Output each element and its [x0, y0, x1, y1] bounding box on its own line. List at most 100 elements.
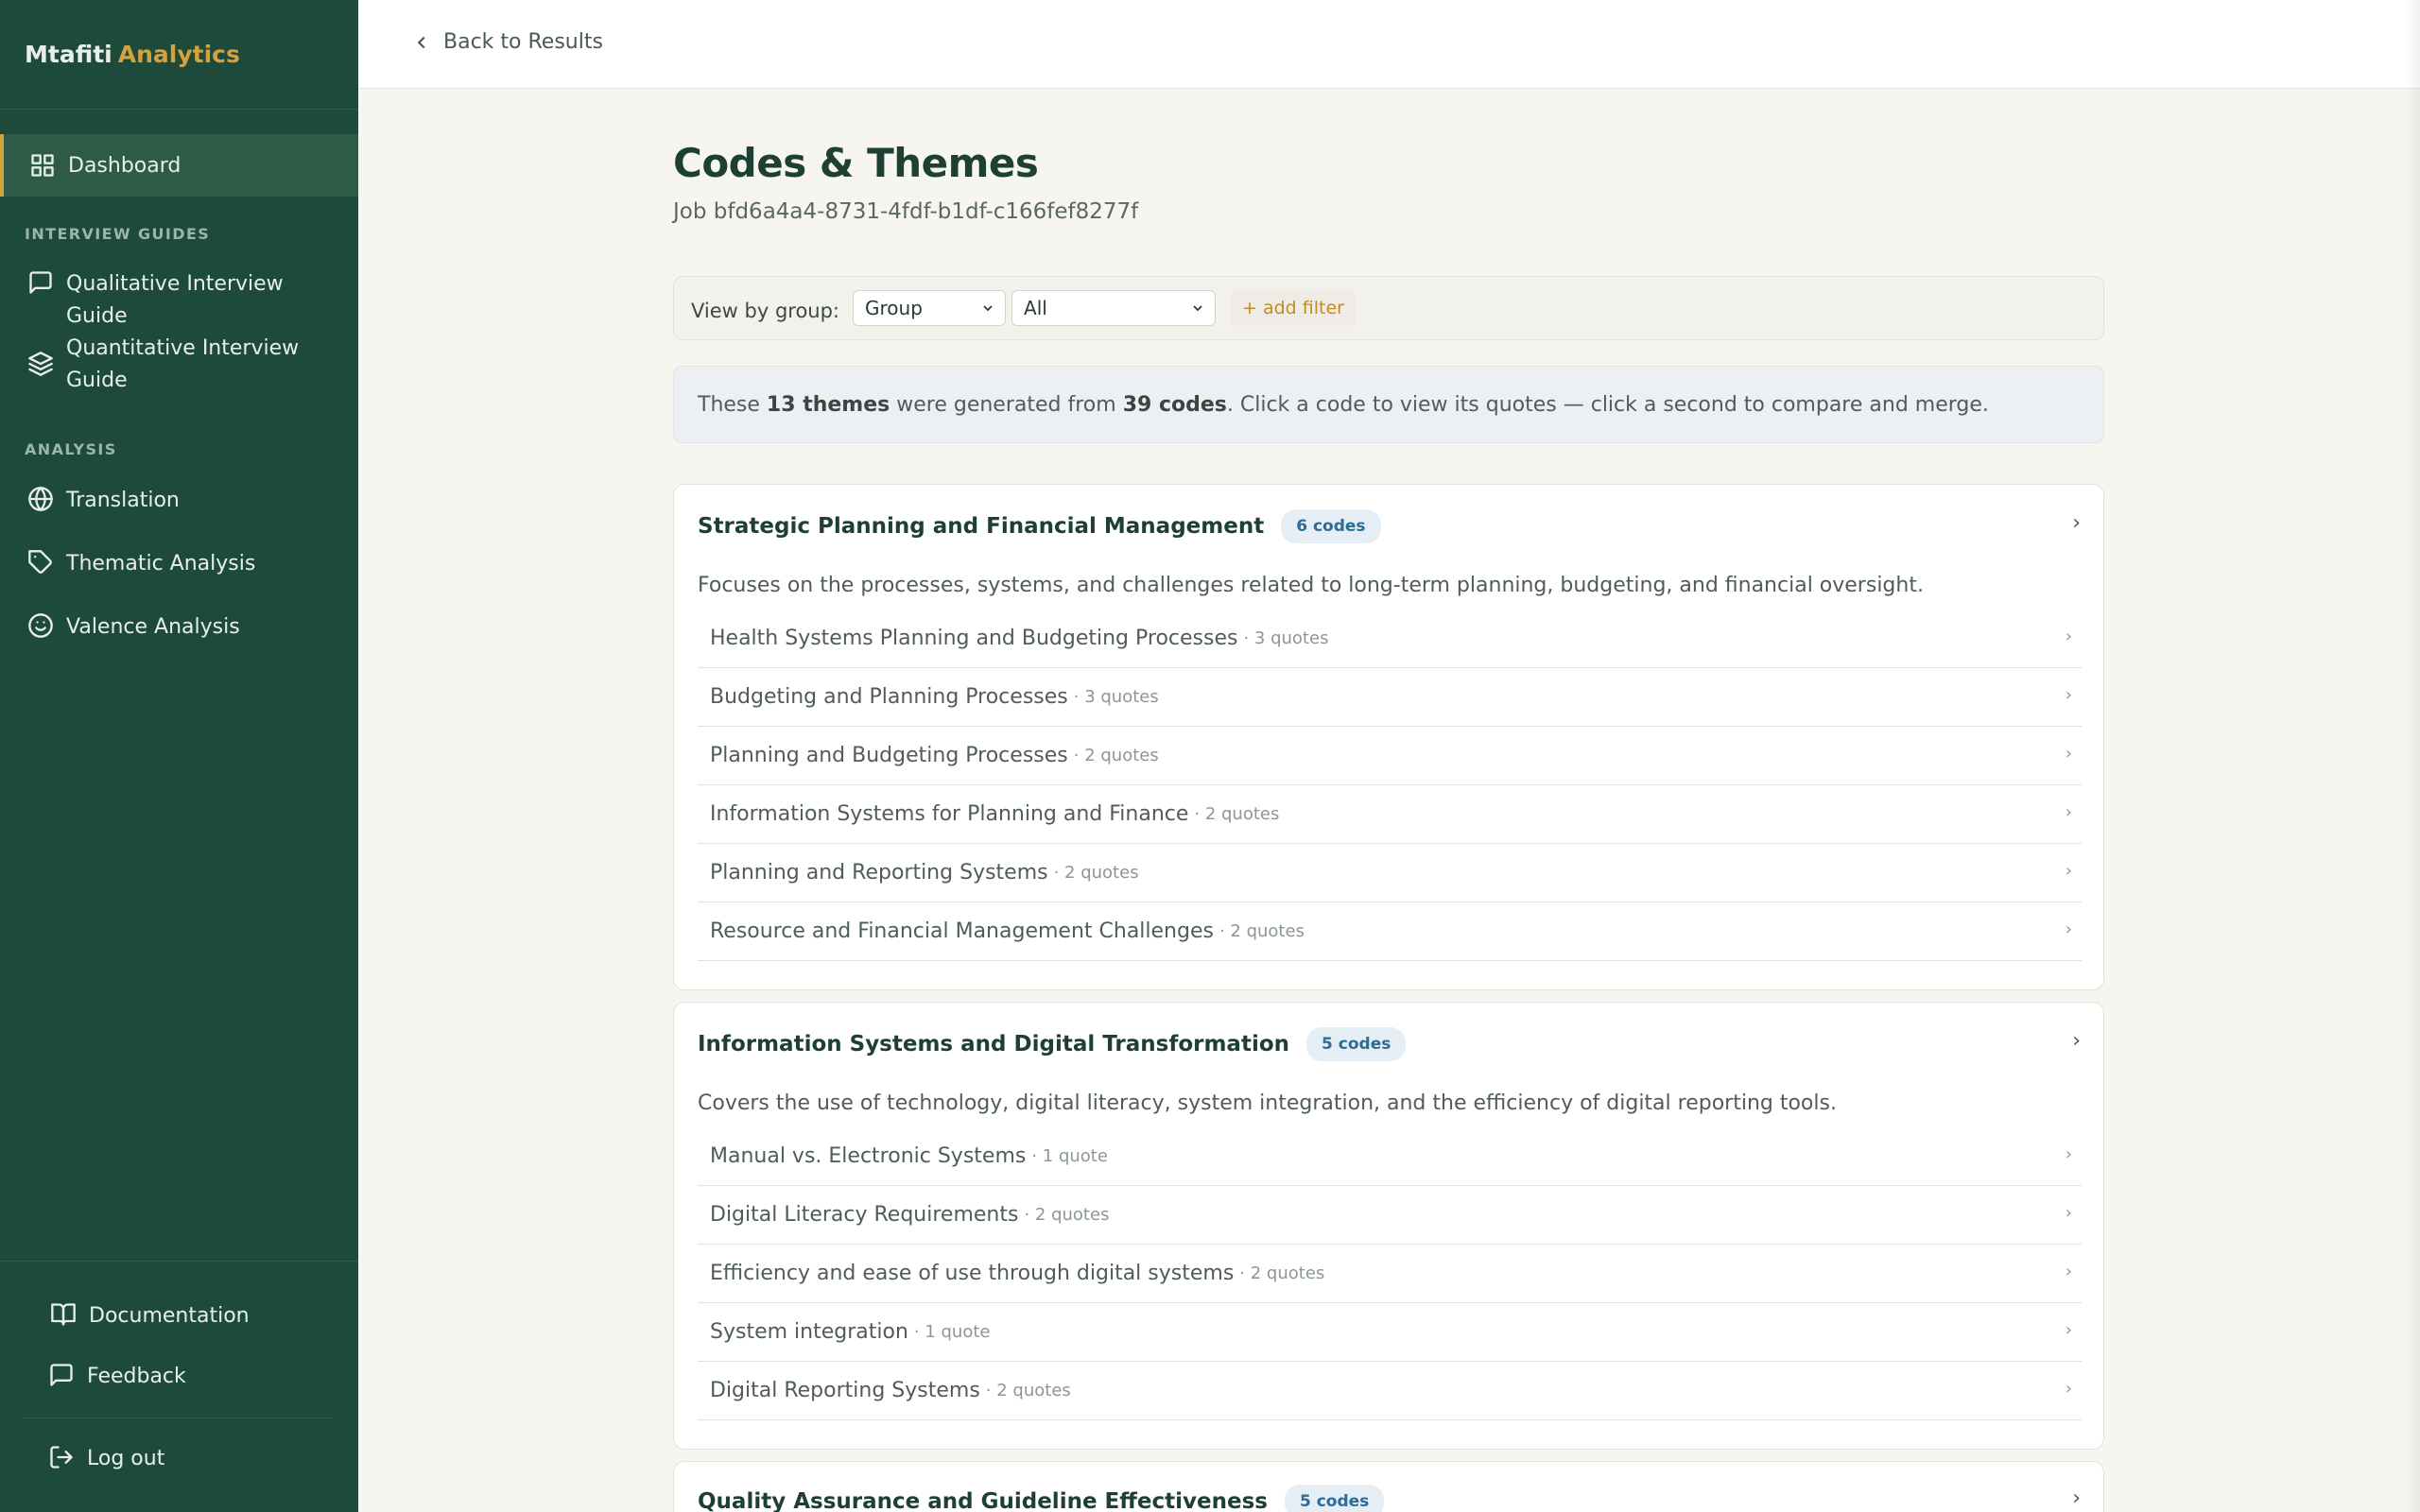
chevron-right-icon: ›	[2065, 627, 2072, 646]
quote-count: · 1 quote	[913, 1322, 991, 1342]
quote-count: · 1 quote	[1031, 1146, 1108, 1166]
layers-icon	[26, 350, 55, 378]
back-to-results-link[interactable]: Back to Results	[411, 30, 603, 54]
themes-count: 13 themes	[766, 392, 890, 417]
code-count-badge: 5 codes	[1284, 1485, 1385, 1512]
sidebar-item-translation[interactable]: Translation	[0, 485, 358, 517]
quote-count: · 2 quotes	[1219, 921, 1305, 941]
code-name: Efficiency and ease of use through digit…	[710, 1262, 1235, 1285]
brand-name: Mtafiti	[25, 41, 112, 68]
codes-count: 39 codes	[1122, 392, 1227, 417]
info-pre: These	[698, 392, 767, 417]
theme-header[interactable]: Quality Assurance and Guideline Effectiv…	[698, 1485, 1385, 1512]
chevron-right-icon[interactable]: ›	[2072, 511, 2081, 535]
code-name: Budgeting and Planning Processes	[710, 685, 1068, 709]
filter-label: View by group:	[691, 300, 840, 322]
sidebar-item-label: Quantitative Interview Guide	[66, 333, 299, 397]
code-name: System integration	[710, 1320, 908, 1344]
code-name: Information Systems for Planning and Fin…	[710, 802, 1189, 826]
message-square-icon	[47, 1361, 76, 1389]
sidebar-item-quantitative-guide[interactable]: Quantitative Interview Guide	[0, 333, 358, 397]
code-list: Manual vs. Electronic Systems · 1 quote › …	[698, 1127, 2082, 1420]
chevron-right-icon: ›	[2065, 861, 2072, 881]
quote-count: · 2 quotes	[1239, 1263, 1325, 1283]
code-row[interactable]: Resource and Financial Management Challe…	[698, 902, 2082, 961]
brand-accent: Analytics	[117, 41, 240, 68]
chevron-right-icon: ›	[2065, 802, 2072, 822]
sidebar-item-thematic-analysis[interactable]: Thematic Analysis	[0, 548, 358, 580]
sidebar-item-label-line1: Quantitative Interview	[66, 336, 300, 360]
sidebar-item-documentation[interactable]: Documentation	[0, 1300, 358, 1332]
sidebar-item-dashboard[interactable]: Dashboard	[0, 134, 358, 197]
code-name: Digital Reporting Systems	[710, 1379, 980, 1402]
code-name: Manual vs. Electronic Systems	[710, 1144, 1027, 1168]
code-row[interactable]: Health Systems Planning and Budgeting Pr…	[698, 610, 2082, 668]
chevron-right-icon: ›	[2065, 744, 2072, 764]
chevron-right-icon: ›	[2065, 919, 2072, 939]
code-name: Digital Literacy Requirements	[710, 1203, 1019, 1227]
theme-title: Quality Assurance and Guideline Effectiv…	[698, 1489, 1268, 1512]
code-row[interactable]: Planning and Reporting Systems · 2 quotes…	[698, 844, 2082, 902]
code-count-badge: 6 codes	[1281, 509, 1381, 543]
sidebar-item-label: Feedback	[87, 1365, 186, 1388]
sidebar-item-label: Log out	[87, 1447, 165, 1470]
code-row[interactable]: Planning and Budgeting Processes · 2 quot…	[698, 727, 2082, 785]
chevron-right-icon[interactable]: ›	[2072, 1486, 2081, 1510]
quote-count: · 2 quotes	[1194, 804, 1280, 824]
theme-title: Strategic Planning and Financial Managem…	[698, 514, 1265, 539]
log-out-icon	[47, 1443, 76, 1471]
scrollbar-track[interactable]	[2405, 0, 2420, 1512]
quote-count: · 2 quotes	[1024, 1205, 1110, 1225]
theme-header[interactable]: Strategic Planning and Financial Managem…	[698, 509, 1381, 543]
tag-icon	[26, 548, 55, 576]
sidebar-item-label-line2: Guide	[66, 369, 128, 392]
group-select[interactable]: Group	[853, 290, 1007, 326]
sidebar-item-feedback[interactable]: Feedback	[0, 1361, 358, 1393]
sidebar-item-label: Valence Analysis	[66, 615, 240, 639]
sidebar-item-logout[interactable]: Log out	[0, 1443, 358, 1475]
chevron-right-icon: ›	[2065, 1262, 2072, 1281]
code-list: Health Systems Planning and Budgeting Pr…	[698, 610, 2082, 961]
theme-description: Covers the use of technology, digital li…	[698, 1091, 1837, 1115]
sidebar-divider	[0, 1261, 358, 1262]
theme-header[interactable]: Information Systems and Digital Transfor…	[698, 1027, 1407, 1061]
chevron-right-icon[interactable]: ›	[2072, 1029, 2081, 1053]
group-value-select[interactable]: All	[1011, 290, 1217, 326]
sidebar-item-label: Thematic Analysis	[66, 552, 256, 576]
job-id: Job bfd6a4a4-8731-4fdf-b1df-c166fef8277f	[673, 199, 1139, 224]
code-row[interactable]: Budgeting and Planning Processes · 3 quot…	[698, 668, 2082, 727]
section-label-interview-guides: INTERVIEW GUIDES	[25, 225, 211, 243]
code-row[interactable]: Information Systems for Planning and Fin…	[698, 785, 2082, 844]
sidebar-item-label: Translation	[66, 489, 180, 512]
group-select-value: Group	[865, 297, 923, 319]
quote-count: · 2 quotes	[1073, 746, 1159, 765]
theme-card: Quality Assurance and Guideline Effectiv…	[673, 1461, 2104, 1512]
code-row[interactable]: System integration · 1 quote ›	[698, 1303, 2082, 1362]
code-row[interactable]: Digital Literacy Requirements · 2 quotes ›	[698, 1186, 2082, 1245]
chevron-right-icon: ›	[2065, 1379, 2072, 1399]
code-row[interactable]: Digital Reporting Systems · 2 quotes ›	[698, 1362, 2082, 1420]
code-row[interactable]: Manual vs. Electronic Systems · 1 quote ›	[698, 1127, 2082, 1186]
chevron-down-icon	[1193, 305, 1202, 312]
theme-description: Focuses on the processes, systems, and c…	[698, 574, 1924, 597]
sidebar-item-label: Documentation	[89, 1304, 250, 1328]
page-title: Codes & Themes	[673, 140, 1039, 186]
brand-logo[interactable]: Mtafiti Analytics	[0, 0, 358, 110]
quote-count: · 2 quotes	[1053, 863, 1139, 883]
top-bar: Back to Results	[358, 0, 2420, 89]
sidebar-item-qualitative-guide[interactable]: Qualitative Interview Guide	[0, 268, 358, 333]
info-post: . Click a code to view its quotes — clic…	[1226, 392, 1989, 417]
grid-icon	[28, 151, 57, 180]
main-content: Codes & Themes Job bfd6a4a4-8731-4fdf-b1…	[673, 89, 2104, 1512]
chevron-down-icon	[983, 305, 993, 312]
code-name: Planning and Budgeting Processes	[710, 744, 1068, 767]
add-filter-button[interactable]: + add filter	[1231, 290, 1356, 326]
smile-icon	[26, 611, 55, 640]
code-name: Health Systems Planning and Budgeting Pr…	[710, 627, 1238, 650]
sidebar-item-valence-analysis[interactable]: Valence Analysis	[0, 611, 358, 644]
quote-count: · 2 quotes	[985, 1381, 1071, 1400]
theme-card: Information Systems and Digital Transfor…	[673, 1002, 2104, 1450]
sidebar-item-label: Dashboard	[68, 153, 182, 178]
code-row[interactable]: Efficiency and ease of use through digit…	[698, 1245, 2082, 1303]
theme-card: Strategic Planning and Financial Managem…	[673, 484, 2104, 990]
